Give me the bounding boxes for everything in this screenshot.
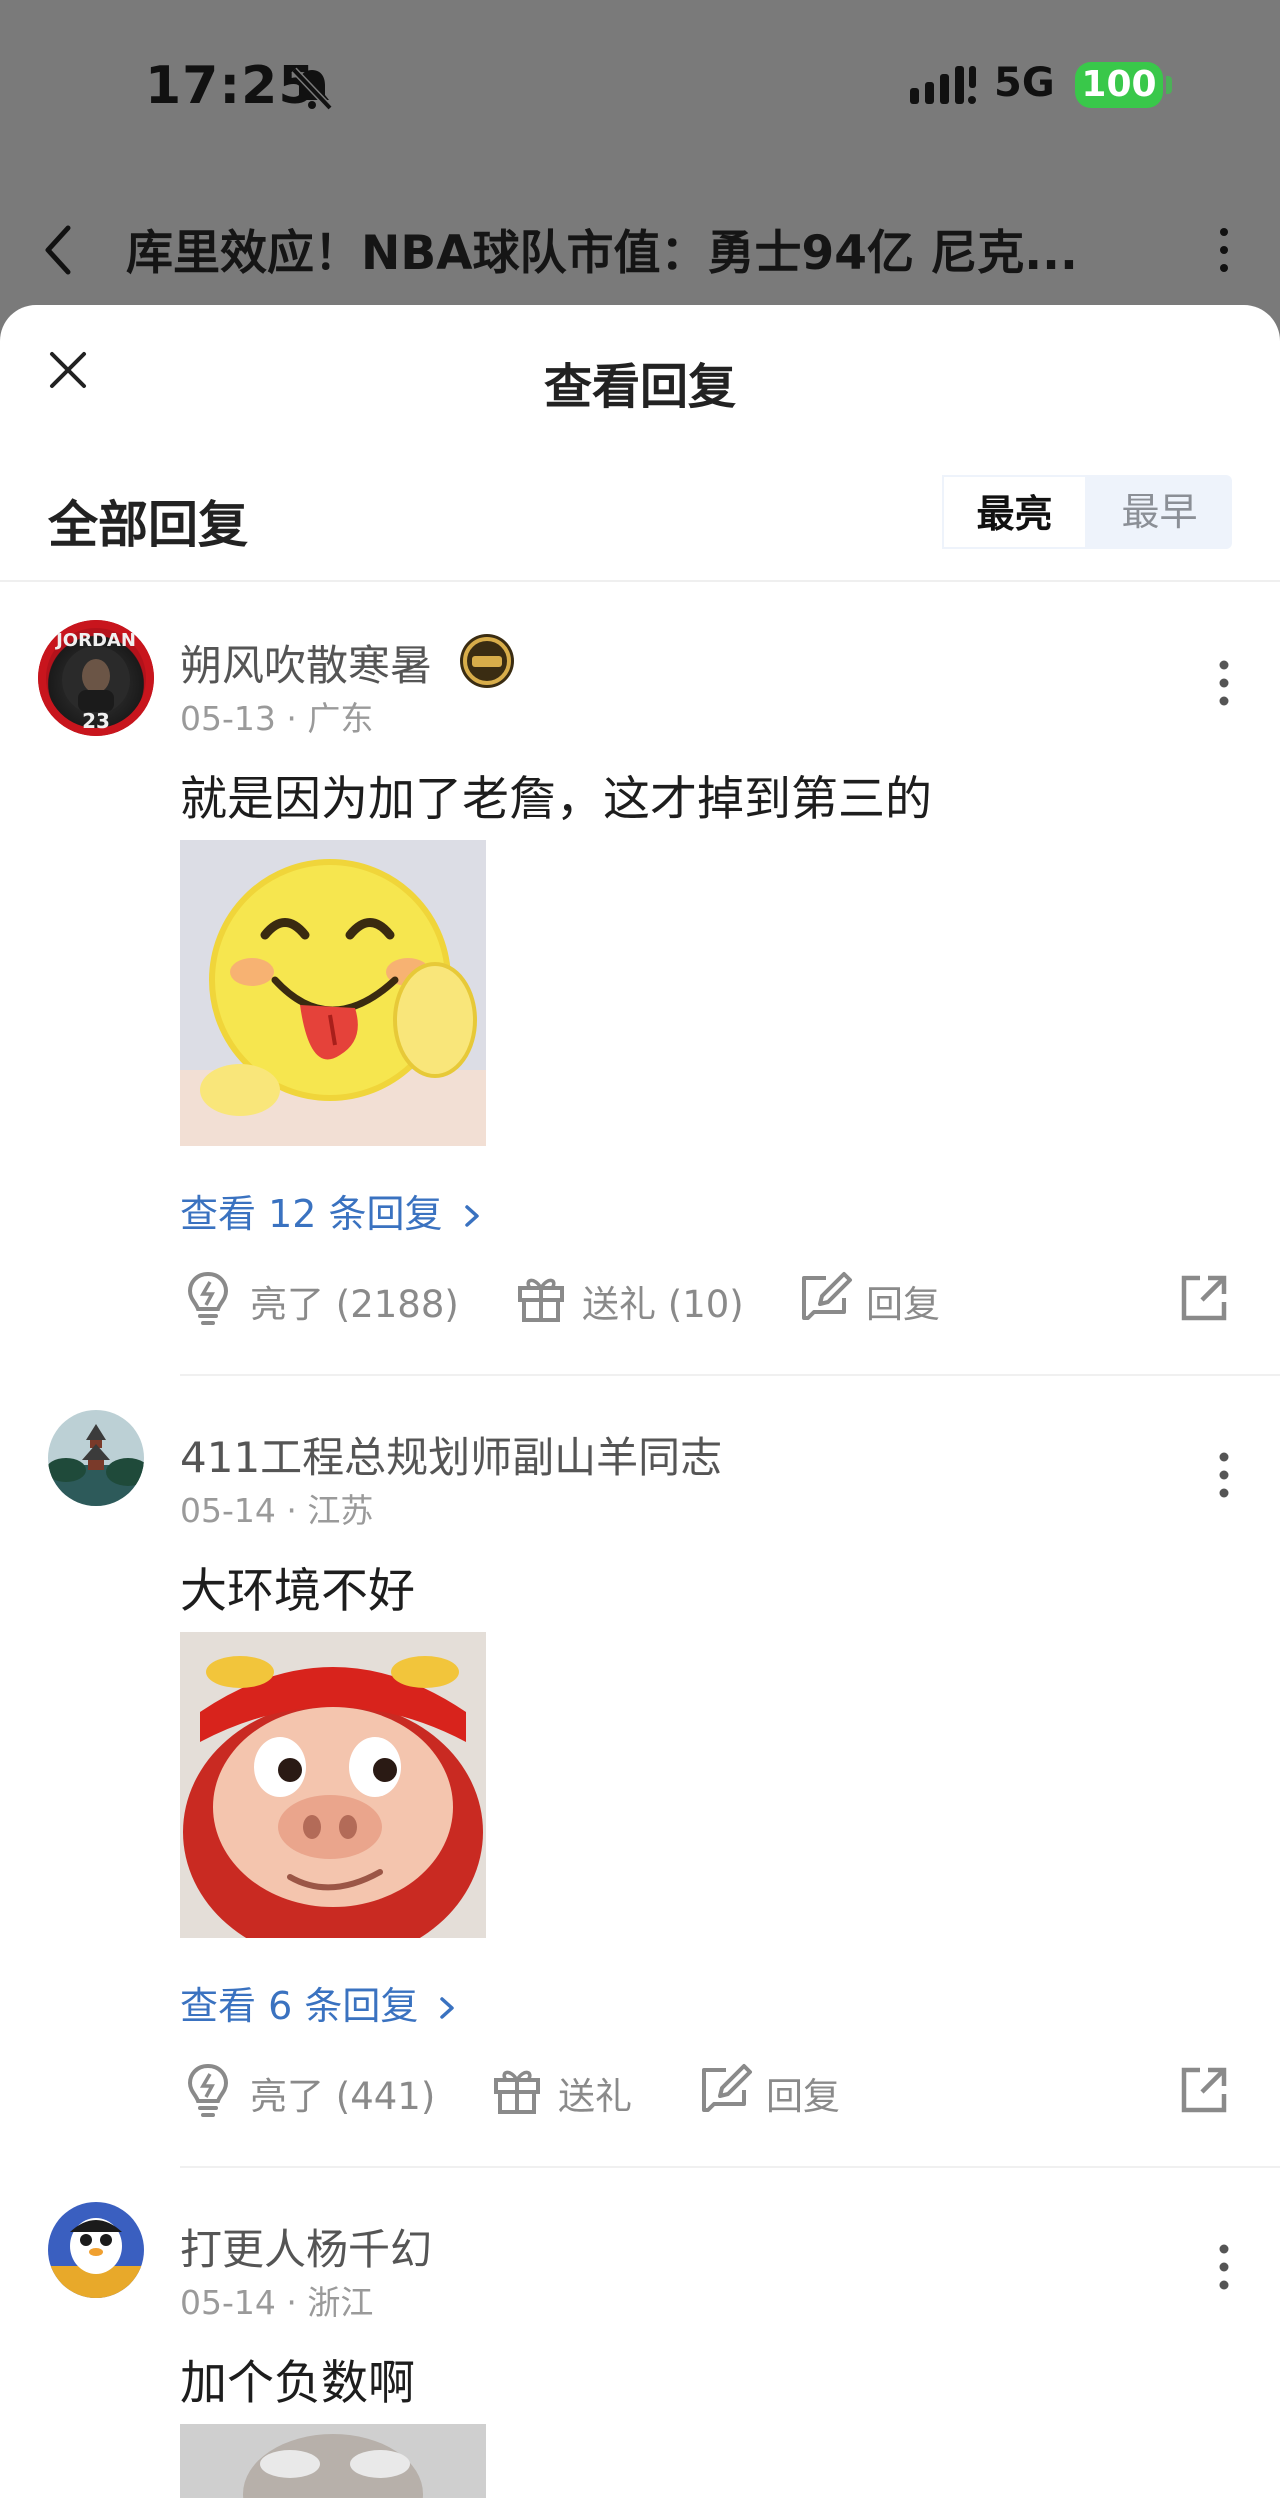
- view-replies-link[interactable]: 查看 12 条回复: [180, 1183, 483, 1238]
- sort-tabs: 最亮 最早: [942, 475, 1232, 549]
- landscape-avatar: [48, 1410, 144, 1506]
- laughing-emoji-sticker: [180, 840, 486, 1146]
- comment-text: 就是因为加了老詹，这才掉到第三的: [180, 772, 932, 827]
- divider: [180, 2166, 1280, 2168]
- like-count: 亮了 (441): [250, 2075, 436, 2118]
- comment-text: 加个负数啊: [180, 2356, 415, 2411]
- avatar[interactable]: JORDAN 23: [38, 620, 154, 736]
- avatar[interactable]: [48, 1410, 144, 1506]
- article-title[interactable]: 库里效应！NBA球队市值：勇士94亿 尼克...: [126, 214, 1136, 283]
- bell-muted-icon: [291, 67, 333, 111]
- view-replies-label: 查看 12 条回复: [180, 1192, 443, 1236]
- comment-meta: 05-14 · 浙江: [180, 2283, 374, 2322]
- more-vertical-icon[interactable]: [1212, 2239, 1236, 2295]
- more-vertical-icon[interactable]: [1212, 1447, 1236, 1503]
- like-count: 亮了 (2188): [250, 1283, 459, 1326]
- status-bar: 17:25 5G 100: [0, 0, 1280, 170]
- penguin-avatar: [48, 2202, 144, 2298]
- comment-meta: 05-13 · 广东: [180, 699, 374, 738]
- divider: [180, 1374, 1280, 1376]
- sticker-image[interactable]: [180, 840, 486, 1146]
- avatar-number: 23: [82, 709, 110, 733]
- share-icon[interactable]: [1178, 2064, 1230, 2116]
- sticker-image[interactable]: [180, 1632, 486, 1938]
- back-arrow-icon[interactable]: [40, 220, 80, 280]
- sheet-title: 查看回复: [543, 359, 736, 415]
- chevron-right-icon: [440, 1997, 455, 2019]
- reply-label: 回复: [766, 2075, 840, 2118]
- comment-text: 大环境不好: [180, 1564, 415, 1619]
- view-replies-link[interactable]: 查看 6 条回复: [180, 1975, 458, 2030]
- more-vertical-icon[interactable]: [1212, 655, 1236, 711]
- comment-meta: 05-14 · 江苏: [180, 1491, 374, 1530]
- more-vertical-icon[interactable]: [1212, 220, 1236, 280]
- network-type: 5G: [994, 60, 1055, 106]
- sort-tab-earliest[interactable]: 最早: [1087, 475, 1232, 549]
- chevron-right-icon: [464, 1205, 479, 1227]
- view-replies-label: 查看 6 条回复: [180, 1984, 419, 2028]
- reply-label: 回复: [866, 1283, 940, 1326]
- username[interactable]: 朔风吹散寒暑: [180, 632, 432, 693]
- user-level-badge-icon: [460, 634, 514, 688]
- gift-icon: [494, 2070, 540, 2114]
- edit-icon: [702, 2064, 752, 2112]
- battery-tip: [1166, 76, 1172, 94]
- lightbulb-icon: [187, 2063, 229, 2117]
- pig-sticker: [180, 1632, 486, 1938]
- username[interactable]: 打更人杨千幻: [180, 2216, 432, 2277]
- signal-icon: [910, 66, 976, 104]
- battery-level: 100: [1075, 62, 1163, 108]
- username[interactable]: 411工程总规划师副山羊同志: [180, 1424, 722, 1485]
- photo-sticker-partial: [180, 2424, 486, 2498]
- avatar-text: JORDAN: [54, 630, 136, 651]
- sort-tab-brightest[interactable]: 最亮: [942, 475, 1087, 549]
- share-icon[interactable]: [1178, 1272, 1230, 1324]
- avatar[interactable]: [48, 2202, 144, 2298]
- lightbulb-icon: [187, 1271, 229, 1325]
- all-replies-heading: 全部回复: [48, 496, 248, 554]
- edit-icon: [802, 1272, 852, 1320]
- gift-label: 送礼: [558, 2075, 632, 2118]
- jordan-badge-icon: JORDAN 23: [38, 620, 154, 736]
- divider: [0, 580, 1280, 582]
- sticker-image[interactable]: [180, 2424, 486, 2498]
- gift-icon: [518, 1278, 564, 1322]
- gift-count: 送礼 (10): [582, 1283, 744, 1326]
- replies-sheet: 查看回复 全部回复 最亮 最早 JORDAN 23 朔风吹散寒暑 05-13 ·…: [0, 305, 1280, 2498]
